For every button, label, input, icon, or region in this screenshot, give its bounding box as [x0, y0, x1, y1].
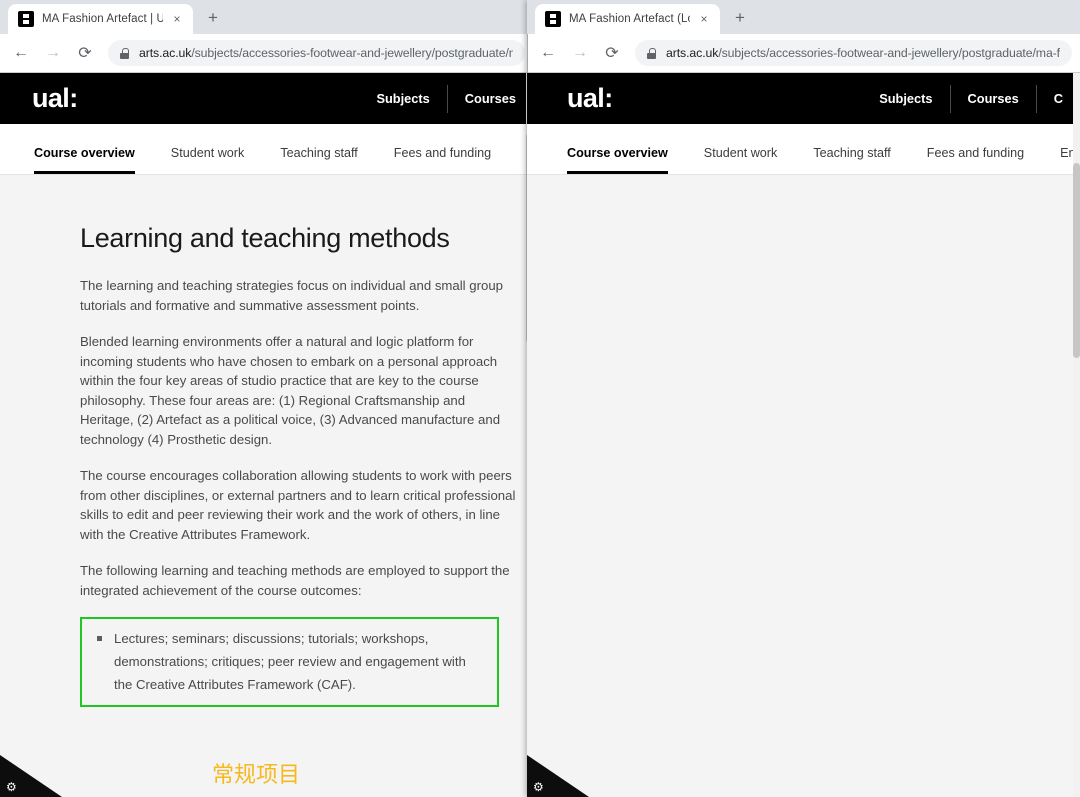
close-tab-icon[interactable]: × [696, 11, 712, 27]
annotation-label-left: 常规项目 [212, 763, 301, 788]
site-nav-item-courses-left[interactable]: Courses [446, 84, 533, 113]
course-tab-course-overview-left[interactable]: Course overview [34, 146, 135, 174]
course-nav-right: Course overview Student work Teaching st… [527, 124, 1080, 175]
article-right: Learning and teaching methods The learni… [527, 175, 1080, 797]
new-tab-button-left[interactable]: + [199, 4, 227, 32]
lock-icon [647, 47, 657, 59]
course-tab-student-work-left[interactable]: Student work [171, 146, 245, 174]
page-content-left: ual: Subjects Courses Course overview St… [0, 73, 533, 797]
url-text-right: arts.ac.uk/subjects/accessories-footwear… [666, 46, 1060, 60]
site-header-left: ual: Subjects Courses [0, 73, 533, 124]
article-paragraph: The learning and teaching strategies foc… [80, 278, 503, 313]
site-nav-left: Subjects Courses [359, 73, 533, 124]
tab-title-right: MA Fashion Artefact (Low Resi [569, 13, 690, 25]
back-button-right[interactable]: ← [535, 40, 561, 66]
browser-window-left: MA Fashion Artefact | UAL × + ← → ⟳ arts… [0, 0, 533, 797]
list-item: Lectures; seminars; discussions; tutoria… [94, 627, 487, 696]
screenshot-root: MA Fashion Artefact | UAL × + ← → ⟳ arts… [0, 0, 1080, 797]
address-bar-right[interactable]: arts.ac.uk/subjects/accessories-footwear… [635, 40, 1072, 66]
browser-window-right: MA Fashion Artefact (Low Resi × + ← → ⟳ … [527, 0, 1080, 797]
browser-tab-right[interactable]: MA Fashion Artefact (Low Resi × [535, 4, 720, 34]
tab-strip-right: MA Fashion Artefact (Low Resi × + [527, 0, 1080, 34]
url-path-right: /subjects/accessories-footwear-and-jewel… [718, 46, 1060, 60]
course-tab-course-overview-right[interactable]: Course overview [567, 146, 668, 174]
cookie-settings-widget-right[interactable]: ⚙ [527, 755, 589, 797]
ual-logo-left[interactable]: ual: [32, 83, 78, 114]
site-header-right: ual: Subjects Courses C [527, 73, 1080, 124]
course-tab-student-work-right[interactable]: Student work [704, 146, 778, 174]
tab-strip-left: MA Fashion Artefact | UAL × + [0, 0, 533, 34]
close-tab-icon[interactable]: × [169, 11, 185, 27]
browser-toolbar-left: ← → ⟳ arts.ac.uk/subjects/accessories-fo… [0, 34, 533, 73]
back-button-left[interactable]: ← [8, 40, 34, 66]
page-content-right: ual: Subjects Courses C Course overview … [527, 73, 1080, 797]
course-tab-fees-and-funding-right[interactable]: Fees and funding [927, 146, 1024, 174]
new-tab-button-right[interactable]: + [726, 4, 754, 32]
highlighted-methods-box-left: Lectures; seminars; discussions; tutoria… [80, 617, 499, 707]
methods-list-left: Lectures; seminars; discussions; tutoria… [94, 627, 487, 696]
address-bar-left[interactable]: arts.ac.uk/subjects/accessories-footwear… [108, 40, 525, 66]
forward-button-left[interactable]: → [40, 40, 66, 66]
browser-toolbar-right: ← → ⟳ arts.ac.uk/subjects/accessories-fo… [527, 34, 1080, 73]
course-tab-teaching-staff-right[interactable]: Teaching staff [813, 146, 890, 174]
reload-button-left[interactable]: ⟳ [72, 40, 98, 66]
site-nav-item-subjects-left[interactable]: Subjects [359, 85, 446, 113]
cog-icon[interactable]: ⚙ [6, 781, 18, 793]
tab-title-left: MA Fashion Artefact | UAL [42, 13, 163, 25]
article-left: Learning and teaching methods The learni… [0, 175, 533, 707]
url-host-right: arts.ac.uk [666, 46, 719, 60]
url-host-left: arts.ac.uk [139, 46, 192, 60]
url-text-left: arts.ac.uk/subjects/accessories-footwear… [139, 46, 513, 60]
lock-icon [120, 47, 130, 59]
ual-favicon-icon [545, 11, 561, 27]
reload-button-right[interactable]: ⟳ [599, 40, 625, 66]
url-path-left: /subjects/accessories-footwear-and-jewel… [191, 46, 513, 60]
course-nav-left: Course overview Student work Teaching st… [0, 124, 533, 175]
browser-tab-left[interactable]: MA Fashion Artefact | UAL × [8, 4, 193, 34]
article-paragraph: The following learning and teaching meth… [80, 563, 510, 598]
cookie-settings-widget-left[interactable]: ⚙ [0, 755, 62, 797]
site-nav-right: Subjects Courses C [862, 73, 1080, 124]
page-title-left: Learning and teaching methods [80, 223, 450, 253]
ual-favicon-icon [18, 11, 34, 27]
course-tab-teaching-staff-left[interactable]: Teaching staff [280, 146, 357, 174]
cog-icon[interactable]: ⚙ [533, 781, 545, 793]
page-scrollbar-right[interactable] [1073, 73, 1080, 797]
site-nav-item-subjects-right[interactable]: Subjects [862, 85, 949, 113]
course-tab-fees-and-funding-left[interactable]: Fees and funding [394, 146, 491, 174]
article-paragraph: Blended learning environments offer a na… [80, 334, 501, 447]
article-paragraph: The course encourages collaboration allo… [80, 468, 516, 542]
scrollbar-thumb[interactable] [1073, 163, 1080, 358]
ual-logo-right[interactable]: ual: [567, 83, 613, 114]
site-nav-item-courses-right[interactable]: Courses [949, 84, 1036, 113]
forward-button-right[interactable]: → [567, 40, 593, 66]
